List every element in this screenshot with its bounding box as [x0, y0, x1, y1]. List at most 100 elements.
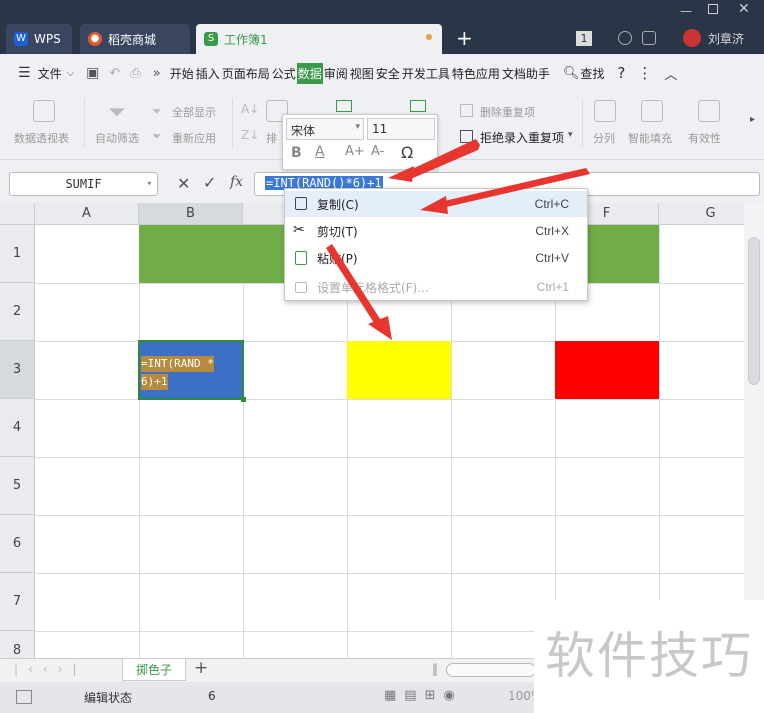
- maximize-button[interactable]: [708, 4, 718, 14]
- confirm-icon[interactable]: ✓: [203, 173, 216, 192]
- validity-button[interactable]: 有效性: [688, 130, 721, 146]
- split-column-icon[interactable]: [594, 100, 616, 122]
- sort-desc-icon[interactable]: Z↓: [241, 128, 259, 142]
- menu-security[interactable]: 安全: [375, 63, 401, 84]
- fill-handle[interactable]: [241, 397, 246, 402]
- fx-button[interactable]: fx: [230, 174, 243, 190]
- row-header[interactable]: 3: [0, 341, 35, 399]
- row-header[interactable]: 5: [0, 457, 35, 515]
- reject-dup-icon[interactable]: [460, 130, 473, 143]
- row-header[interactable]: 2: [0, 283, 35, 341]
- menu-data[interactable]: 数据: [296, 62, 323, 84]
- hamburger-icon[interactable]: ☰: [18, 65, 31, 81]
- dup-icon[interactable]: [410, 100, 426, 112]
- chevron-down-icon[interactable]: ▾: [147, 173, 152, 195]
- sort-asc-icon[interactable]: A↓: [241, 102, 259, 116]
- remove-dup-icon[interactable]: [460, 104, 473, 117]
- page-count-badge[interactable]: 1: [576, 31, 592, 46]
- avatar[interactable]: [683, 29, 701, 47]
- row-header[interactable]: 7: [0, 573, 35, 631]
- font-color-button[interactable]: A: [315, 144, 325, 160]
- column-header[interactable]: B: [139, 203, 243, 225]
- chevron-down-icon[interactable]: ▾: [355, 122, 360, 132]
- chevron-down-icon[interactable]: ⌵: [67, 68, 75, 79]
- menu-insert[interactable]: 插入: [195, 63, 221, 84]
- horizontal-scrollbar[interactable]: [446, 663, 536, 677]
- show-all-button[interactable]: 全部显示: [172, 104, 216, 120]
- sort-button[interactable]: 排: [266, 130, 277, 146]
- menu-item-cut[interactable]: ✂ 剪切(T) Ctrl+X: [285, 218, 587, 244]
- show-all-icon[interactable]: ⏷: [152, 104, 162, 119]
- column-header[interactable]: A: [35, 203, 139, 225]
- help-icon[interactable]: ?: [617, 64, 625, 82]
- increase-font-button[interactable]: A+: [345, 144, 365, 159]
- font-size-select[interactable]: 11: [367, 118, 435, 140]
- menu-special[interactable]: 特色应用: [451, 63, 501, 84]
- select-all-corner[interactable]: [0, 203, 35, 225]
- cell-b3-selected[interactable]: =INT(RAND * 6)+1: [138, 340, 246, 402]
- pivot-table-button[interactable]: 数据透视表: [14, 130, 69, 146]
- menu-item-paste[interactable]: 粘贴(P) Ctrl+V: [285, 245, 587, 271]
- file-menu[interactable]: 文件: [37, 63, 63, 84]
- split-column-button[interactable]: 分列: [593, 130, 615, 146]
- menu-start[interactable]: 开始: [169, 63, 195, 84]
- scroll-thumb[interactable]: [748, 237, 760, 385]
- sync-icon[interactable]: [618, 31, 632, 45]
- auto-filter-button[interactable]: 自动筛选: [95, 130, 139, 146]
- collapse-ribbon-icon[interactable]: ︿: [664, 64, 677, 83]
- more-options-icon[interactable]: ⋮: [637, 64, 652, 82]
- cell-d3-yellow[interactable]: [347, 341, 451, 399]
- search-icon[interactable]: 🔍︎: [563, 66, 580, 81]
- share-icon[interactable]: [642, 31, 656, 45]
- undo-icon[interactable]: ↶: [109, 66, 120, 81]
- sheet-tab-active[interactable]: 掷色子: [122, 659, 186, 681]
- tab-wps[interactable]: W WPS: [6, 24, 72, 54]
- row-header[interactable]: 1: [0, 225, 35, 283]
- tab-daoke-store[interactable]: ● 稻壳商城: [80, 24, 190, 54]
- decrease-font-button[interactable]: A-: [371, 144, 384, 159]
- add-sheet-button[interactable]: +: [194, 658, 208, 678]
- bold-button[interactable]: B: [291, 145, 302, 161]
- close-button[interactable]: ✕: [738, 1, 750, 17]
- chevron-down-icon[interactable]: ▾: [568, 130, 573, 140]
- filter-icon[interactable]: ⏷: [108, 100, 126, 125]
- sheet-nav-icons[interactable]: |‹‹›|: [14, 662, 86, 676]
- cell-f3-red[interactable]: [555, 341, 659, 399]
- tab-workbook[interactable]: S 工作簿1: [196, 24, 442, 54]
- print-icon[interactable]: ⎙: [130, 66, 140, 81]
- save-icon[interactable]: ▣: [86, 65, 99, 81]
- reapply-button[interactable]: 重新应用: [172, 130, 216, 146]
- menu-page-layout[interactable]: 页面布局: [221, 63, 271, 84]
- pivot-table-icon[interactable]: [33, 100, 55, 122]
- font-name-select[interactable]: 宋体 ▾: [286, 118, 364, 140]
- cancel-icon[interactable]: ✕: [177, 174, 190, 193]
- split-handle[interactable]: ‖: [432, 662, 438, 676]
- more-icon[interactable]: »: [153, 66, 161, 81]
- name-box[interactable]: SUMIF ▾: [9, 172, 158, 196]
- validity-icon[interactable]: [698, 100, 720, 122]
- row-header[interactable]: 6: [0, 515, 35, 573]
- menu-item-copy[interactable]: 复制(C) Ctrl+C: [285, 191, 587, 217]
- reapply-icon[interactable]: ⏷: [152, 129, 162, 144]
- vertical-scrollbar[interactable]: [744, 203, 764, 599]
- symbol-button[interactable]: Ω: [401, 143, 413, 162]
- menu-item-format-cells[interactable]: 设置单元格格式(F)... Ctrl+1: [285, 274, 587, 300]
- menu-view[interactable]: 视图: [349, 63, 375, 84]
- new-tab-button[interactable]: +: [456, 26, 473, 50]
- ribbon-scroll-right-icon[interactable]: ▸: [750, 114, 755, 125]
- view-mode-icons[interactable]: ▦▤⊞◉: [384, 688, 463, 703]
- row-header[interactable]: 4: [0, 399, 35, 457]
- column-header[interactable]: G: [659, 203, 744, 225]
- highlight-dup-icon[interactable]: [336, 100, 352, 112]
- reject-duplicate-entry-button[interactable]: 拒绝录入重复项: [480, 129, 564, 146]
- smart-fill-button[interactable]: 智能填充: [628, 130, 672, 146]
- macro-icon[interactable]: [16, 690, 32, 704]
- search-button[interactable]: 查找: [579, 63, 605, 84]
- user-name[interactable]: 刘章济: [708, 30, 744, 47]
- remove-duplicates-button[interactable]: 删除重复项: [480, 104, 535, 120]
- menu-review[interactable]: 审阅: [323, 63, 349, 84]
- smart-fill-icon[interactable]: [641, 100, 663, 122]
- menu-formula[interactable]: 公式: [271, 63, 297, 84]
- minimize-button[interactable]: —: [680, 4, 692, 18]
- menu-developer[interactable]: 开发工具: [401, 63, 451, 84]
